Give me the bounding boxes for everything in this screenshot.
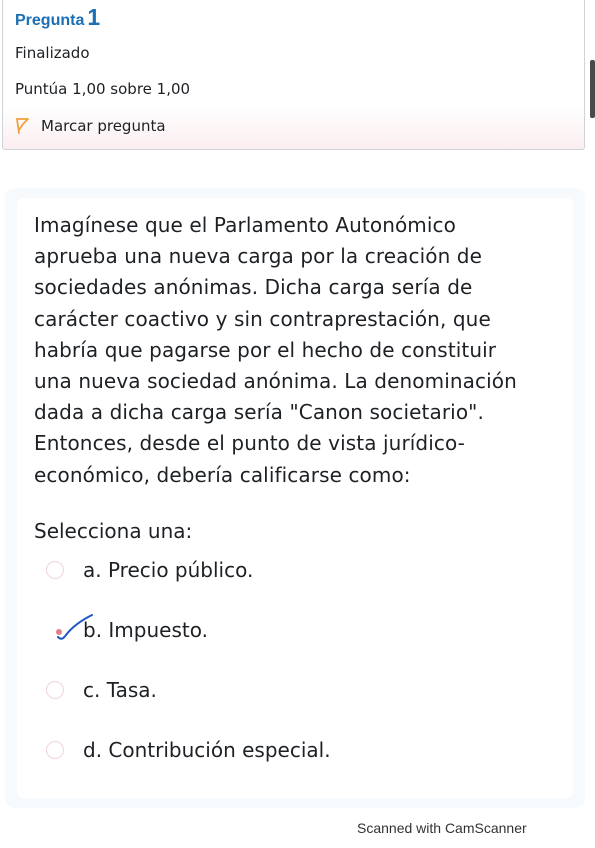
question-text-line: aprueba una nueva carga por la creación … [34, 244, 483, 269]
question-text-line: Entonces, desde el punto de vista jurídi… [34, 431, 465, 456]
question-info-panel: Pregunta 1 Finalizado Puntúa 1,00 sobre 1… [2, 0, 585, 150]
question-text-line: económico, debería calificarse como: [34, 462, 411, 487]
question-text: Imagínese que el Parlamento Autonómico a… [34, 210, 564, 491]
radio-button-d[interactable] [46, 741, 64, 759]
question-title: Pregunta 1 [15, 4, 100, 31]
question-text-line: habría que pagarse por el hecho de const… [34, 337, 497, 362]
answer-option-d[interactable]: d. Contribución especial. [46, 738, 331, 762]
camscanner-watermark: Scanned with CamScanner [357, 820, 527, 836]
answer-option-label: b. Impuesto. [83, 618, 208, 642]
radio-button-c[interactable] [46, 681, 64, 699]
question-grade: Puntúa 1,00 sobre 1,00 [15, 80, 191, 98]
handwritten-check-mark-icon [56, 614, 93, 640]
radio-button-a[interactable] [46, 561, 64, 579]
answer-option-label: c. Tasa. [83, 678, 157, 702]
answer-option-a[interactable]: a. Precio público. [46, 558, 253, 582]
question-text-line: una nueva sociedad anónima. La denominac… [34, 369, 517, 394]
answer-option-c[interactable]: c. Tasa. [46, 678, 157, 702]
question-state: Finalizado [15, 44, 90, 62]
scrollbar-fragment[interactable] [590, 60, 595, 118]
question-number: 1 [87, 4, 101, 30]
flag-question-label: Marcar pregunta [41, 117, 166, 135]
question-text-line: carácter coactivo y sin contraprestación… [34, 306, 491, 331]
flag-icon [16, 118, 29, 134]
question-title-word: Pregunta [15, 12, 85, 29]
answer-option-label: d. Contribución especial. [83, 738, 331, 762]
question-text-line: sociedades anónimas. Dicha carga sería d… [34, 275, 473, 300]
question-text-line: dada a dicha carga sería "Canon societar… [34, 400, 484, 425]
answer-option-label: a. Precio público. [83, 558, 254, 582]
flag-question-link[interactable]: Marcar pregunta [15, 117, 166, 135]
answer-prompt: Selecciona una: [34, 519, 193, 543]
question-text-line: Imagínese que el Parlamento Autonómico [34, 213, 456, 237]
